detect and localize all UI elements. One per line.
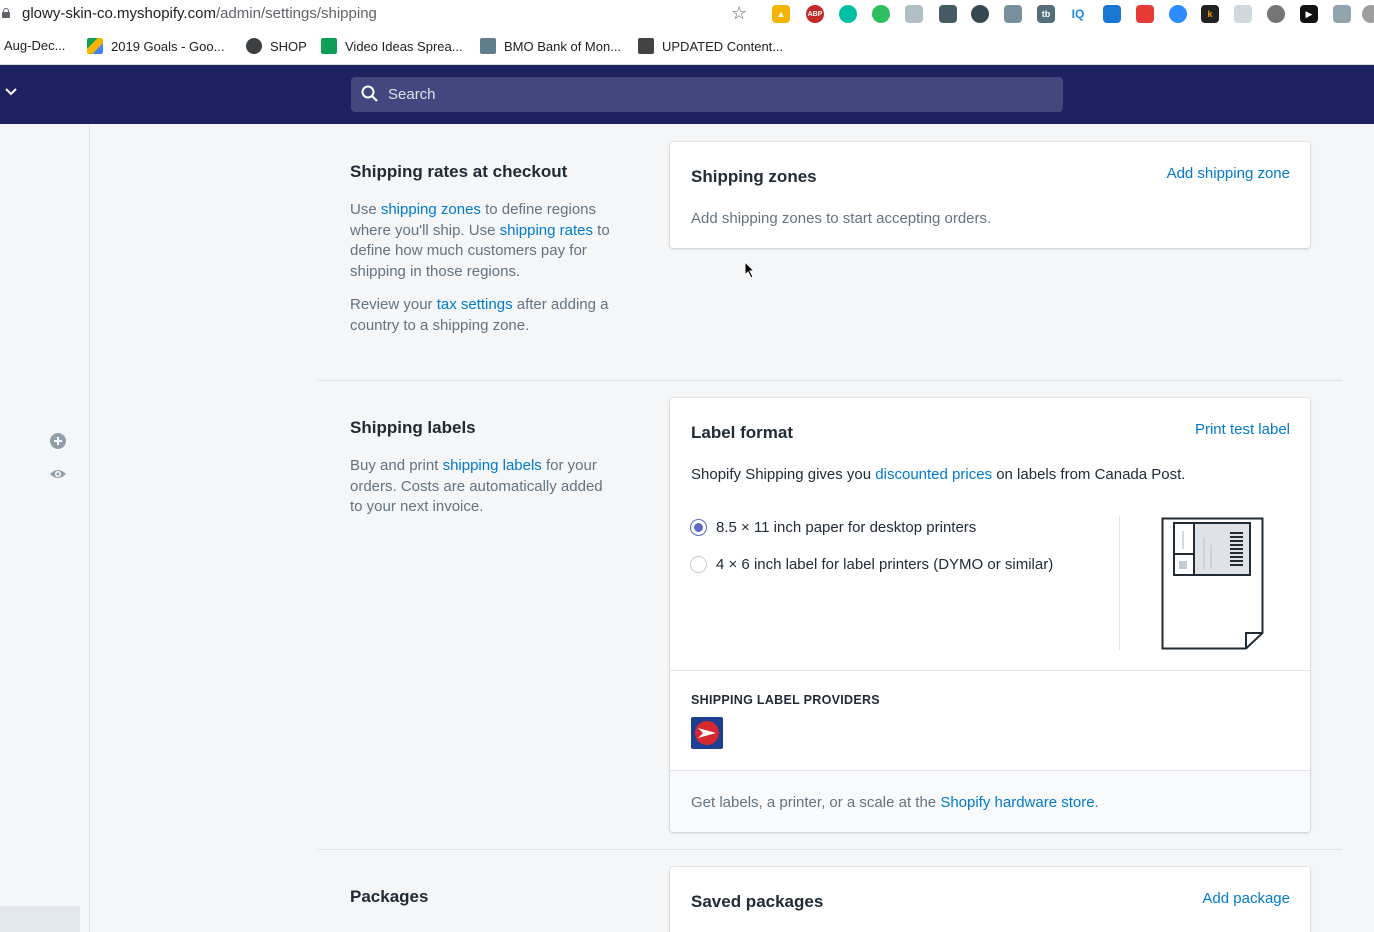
shipping-rates-description: Use shipping zones to define regions whe… bbox=[350, 200, 612, 282]
lock-icon bbox=[2, 8, 10, 18]
saved-packages-card: Saved packages Add package bbox=[670, 867, 1310, 932]
bookmark-item[interactable]: BMO Bank of Mon... bbox=[480, 38, 621, 54]
extension-settings-icon[interactable] bbox=[971, 5, 989, 23]
extension-drive-icon[interactable]: ▲ bbox=[772, 5, 790, 23]
address-field[interactable]: glowy-skin-co.myshopify.com/admin/settin… bbox=[22, 5, 377, 22]
bookmark-item[interactable]: Video Ideas Sprea... bbox=[321, 38, 463, 54]
intro-text: on labels from Canada Post. bbox=[992, 466, 1186, 483]
desc-text: Use bbox=[350, 201, 381, 218]
add-package-button[interactable]: Add package bbox=[1202, 890, 1290, 907]
google-drive-icon bbox=[87, 38, 103, 54]
shipping-labels-link[interactable]: shipping labels bbox=[443, 457, 542, 474]
footer-text: Get labels, a printer, or a scale at the bbox=[691, 794, 941, 811]
bookmark-label: BMO Bank of Mon... bbox=[504, 38, 622, 54]
intro-text: Shopify Shipping gives you bbox=[691, 466, 876, 483]
section-divider bbox=[317, 849, 1342, 850]
radio-desktop-paper[interactable] bbox=[690, 519, 707, 536]
hardware-store-text: Get labels, a printer, or a scale at the… bbox=[691, 794, 1099, 811]
extension-zoom-icon[interactable] bbox=[1169, 5, 1187, 23]
radio-label-printer[interactable] bbox=[690, 556, 707, 573]
radio-label-printer-label[interactable]: 4 × 6 inch label for label printers (DYM… bbox=[716, 556, 1053, 573]
extension-evernote-icon[interactable] bbox=[872, 5, 890, 23]
footer-text: . bbox=[1094, 794, 1099, 811]
extension-calendar-icon[interactable] bbox=[1136, 5, 1154, 23]
bookmarks-bar: Aug-Dec... 2019 Goals - Goo... SHOP Vide… bbox=[0, 28, 1374, 65]
shipping-labels-title: Shipping labels bbox=[350, 418, 476, 437]
hardware-store-link[interactable]: Shopify hardware store bbox=[940, 794, 1094, 811]
tax-settings-link[interactable]: tax settings bbox=[437, 296, 513, 313]
label-format-intro: Shopify Shipping gives you discounted pr… bbox=[691, 466, 1185, 483]
search-icon bbox=[361, 85, 378, 102]
label-preview-illustration bbox=[1161, 517, 1264, 650]
shipping-rates-link[interactable]: shipping rates bbox=[500, 222, 593, 239]
extension-js-icon[interactable] bbox=[1234, 5, 1252, 23]
section-divider bbox=[317, 380, 1342, 381]
eye-icon[interactable] bbox=[49, 465, 67, 483]
label-format-title: Label format bbox=[691, 423, 794, 442]
shipping-rates-title: Shipping rates at checkout bbox=[350, 162, 568, 181]
shipping-zones-empty-text: Add shipping zones to start accepting or… bbox=[691, 210, 992, 227]
browser-url-bar[interactable]: glowy-skin-co.myshopify.com/admin/settin… bbox=[0, 0, 1374, 28]
shipping-zones-card: Shipping zones Add shipping zone Add shi… bbox=[670, 142, 1310, 248]
add-shipping-zone-button[interactable]: Add shipping zone bbox=[1167, 165, 1290, 182]
vertical-separator bbox=[1119, 516, 1120, 650]
bookmark-item[interactable]: SHOP bbox=[246, 38, 307, 54]
bank-icon bbox=[480, 38, 496, 54]
extension-k-icon[interactable]: k bbox=[1201, 5, 1219, 23]
tax-settings-description: Review your tax settings after adding a … bbox=[350, 295, 612, 336]
left-rail bbox=[0, 124, 90, 932]
extension-user-icon[interactable] bbox=[1333, 5, 1351, 23]
extension-facebook-icon[interactable] bbox=[1267, 5, 1285, 23]
search-input[interactable]: Search bbox=[351, 77, 1063, 112]
globe-icon bbox=[246, 38, 262, 54]
document-icon bbox=[638, 38, 654, 54]
saved-packages-title: Saved packages bbox=[691, 892, 824, 911]
radio-desktop-paper-label[interactable]: 8.5 × 11 inch paper for desktop printers bbox=[716, 519, 976, 536]
shipping-zones-title: Shipping zones bbox=[691, 167, 817, 186]
bookmark-item[interactable]: 2019 Goals - Goo... bbox=[87, 38, 224, 54]
bookmark-label: Video Ideas Sprea... bbox=[345, 38, 463, 54]
providers-heading: SHIPPING LABEL PROVIDERS bbox=[691, 693, 880, 707]
extension-eyedropper-icon[interactable] bbox=[939, 5, 957, 23]
bookmark-label: Aug-Dec... bbox=[4, 38, 66, 53]
discounted-prices-link[interactable]: discounted prices bbox=[875, 466, 992, 483]
desc-text: Review your bbox=[350, 296, 437, 313]
label-format-card: Label format Print test label Shopify Sh… bbox=[670, 398, 1310, 832]
print-test-label-button[interactable]: Print test label bbox=[1195, 421, 1290, 438]
google-sheets-icon bbox=[321, 38, 337, 54]
desc-text: Buy and print bbox=[350, 457, 443, 474]
url-path: /admin/settings/shipping bbox=[215, 5, 377, 22]
extension-image-icon[interactable] bbox=[905, 5, 923, 23]
mouse-cursor-icon bbox=[744, 261, 756, 279]
canada-post-icon bbox=[691, 717, 723, 749]
rail-footer-item[interactable] bbox=[0, 906, 80, 932]
bookmark-item[interactable]: UPDATED Content... bbox=[638, 38, 783, 54]
search-placeholder: Search bbox=[388, 86, 436, 103]
extension-play-icon[interactable]: ▶ bbox=[1300, 5, 1318, 23]
extension-iq-icon[interactable]: IQ bbox=[1069, 5, 1087, 23]
shipping-zones-link[interactable]: shipping zones bbox=[381, 201, 481, 218]
extension-more-icon[interactable] bbox=[1362, 5, 1374, 23]
bookmark-label: 2019 Goals - Goo... bbox=[111, 38, 225, 54]
extension-adblock-icon[interactable]: ABP bbox=[806, 5, 824, 23]
url-host: glowy-skin-co.myshopify.com bbox=[22, 5, 216, 22]
card-section-divider bbox=[670, 670, 1310, 671]
bookmark-star-icon[interactable]: ☆ bbox=[731, 3, 747, 24]
admin-top-bar: Search bbox=[0, 65, 1374, 124]
card-footer: Get labels, a printer, or a scale at the… bbox=[670, 770, 1310, 832]
chevron-down-icon[interactable] bbox=[4, 85, 18, 99]
add-circle-icon[interactable] bbox=[49, 432, 67, 450]
bookmark-item[interactable]: Aug-Dec... bbox=[4, 38, 65, 53]
bookmark-label: UPDATED Content... bbox=[662, 38, 784, 54]
extension-tag-icon[interactable] bbox=[1103, 5, 1121, 23]
packages-title: Packages bbox=[350, 887, 429, 906]
extension-grammarly-icon[interactable] bbox=[839, 5, 857, 23]
extension-tb-icon[interactable]: tb bbox=[1037, 5, 1055, 23]
shipping-labels-description: Buy and print shipping labels for your o… bbox=[350, 456, 612, 518]
extension-screenshot-icon[interactable] bbox=[1004, 5, 1022, 23]
bookmark-label: SHOP bbox=[270, 38, 307, 54]
